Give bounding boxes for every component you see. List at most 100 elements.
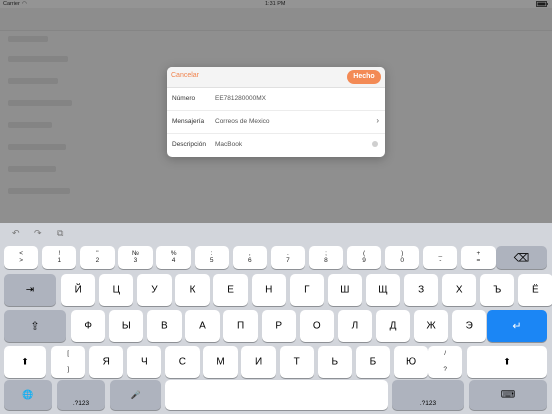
shift-left-key[interactable]: ⬆ xyxy=(4,346,46,378)
letter-key[interactable]: Б xyxy=(355,346,391,378)
letter-key[interactable]: Т xyxy=(279,346,314,378)
letter-key[interactable]: Ь xyxy=(317,346,352,378)
letter-key[interactable]: У xyxy=(137,274,172,306)
letter-key[interactable]: Р xyxy=(261,310,296,342)
tracking-number-field[interactable]: EE781280000MX xyxy=(215,95,266,102)
letter-key[interactable]: Ф xyxy=(71,310,106,342)
letter-key[interactable]: Ж xyxy=(413,310,449,342)
key-label: И xyxy=(254,356,263,368)
letter-key[interactable]: С xyxy=(165,346,200,378)
number-key[interactable]: % 4 xyxy=(156,246,191,269)
key-top-label: " xyxy=(96,250,99,257)
letter-key[interactable]: А xyxy=(185,310,220,342)
numbers-key-label: .?123 xyxy=(72,400,90,407)
letter-key[interactable]: Х xyxy=(442,274,477,306)
number-key[interactable]: (9 xyxy=(346,246,382,269)
globe-key[interactable]: 🌐 xyxy=(4,380,52,410)
key-label: З xyxy=(418,284,425,296)
letter-key[interactable]: И xyxy=(241,346,276,378)
undo-icon[interactable]: ↶ xyxy=(12,228,20,239)
letter-key[interactable]: Щ xyxy=(365,274,401,306)
carrier-row[interactable]: Mensajería Correos de Mexico › xyxy=(167,111,385,134)
key-bottom-label: 6 xyxy=(247,257,252,264)
letter-key[interactable]: Н xyxy=(251,274,286,306)
letter-key[interactable]: Ц xyxy=(99,274,134,306)
key-label: У xyxy=(151,284,158,296)
tab-key[interactable]: ⇥ xyxy=(4,274,56,306)
key-top-label: , xyxy=(248,250,251,257)
key-label: Ъ xyxy=(493,284,502,296)
key-label: Ч xyxy=(140,356,148,368)
letter-key[interactable]: Ъ xyxy=(480,274,515,306)
letter-key[interactable]: Й xyxy=(61,274,96,306)
dictation-key[interactable]: 🎤 xyxy=(110,380,161,410)
number-key[interactable]: ; 8 xyxy=(308,246,344,269)
key-label: Ы xyxy=(121,320,131,332)
keyboard: ↶ ↷ ⧉ < >! 1 " 2 № 3% 4:5, 6. 7; 8(9) 0 _ - + = ⌫ ⇥ Й Ц У К Е Н… xyxy=(0,223,552,414)
backspace-key[interactable]: ⌫ xyxy=(496,246,547,269)
key-label: Т xyxy=(293,356,300,368)
key-bottom-label: 0 xyxy=(400,257,404,264)
key-label: Ц xyxy=(112,284,120,296)
letter-key[interactable]: Е xyxy=(213,274,248,306)
description-row[interactable]: Descripción MacBook xyxy=(167,134,385,156)
letter-key[interactable]: Ы xyxy=(109,310,144,342)
cancel-button[interactable]: Cancelar xyxy=(171,72,199,79)
key-bottom-label: 7 xyxy=(286,257,290,264)
numbers-key[interactable]: .?123 xyxy=(392,380,464,410)
letter-key[interactable]: П xyxy=(223,310,258,342)
key-bottom-label: ] xyxy=(67,366,70,373)
space-key[interactable] xyxy=(165,380,388,410)
return-key[interactable]: ↵ xyxy=(487,310,547,342)
key-label: О xyxy=(312,320,321,332)
letter-key[interactable]: Ш xyxy=(327,274,363,306)
paste-icon[interactable]: ⧉ xyxy=(57,228,63,239)
description-field[interactable]: MacBook xyxy=(215,141,242,148)
key-label: Ю xyxy=(405,356,417,368)
numbers-key[interactable]: .?123 xyxy=(57,380,105,410)
shift-icon: ⬆ xyxy=(21,356,29,367)
redo-icon[interactable]: ↷ xyxy=(34,228,42,239)
key-label: Э xyxy=(465,320,473,332)
key-top-label: . xyxy=(286,250,289,257)
letter-key[interactable]: Э xyxy=(452,310,487,342)
caps-lock-key[interactable]: ⇪ xyxy=(4,310,66,342)
letter-key[interactable]: Д xyxy=(375,310,411,342)
letter-key[interactable]: О xyxy=(299,310,334,342)
number-key[interactable]: _ - xyxy=(423,246,458,269)
letter-key[interactable]: Л xyxy=(337,310,373,342)
slash-key[interactable]: /? xyxy=(428,346,463,378)
key-bottom-label: 5 xyxy=(209,257,214,264)
number-key[interactable]: № 3 xyxy=(118,246,153,269)
key-label: Ь xyxy=(331,356,339,368)
dismiss-keyboard-key[interactable]: ⌨ xyxy=(469,380,547,410)
number-key[interactable]: ! 1 xyxy=(42,246,77,269)
key-label: Х xyxy=(455,284,463,296)
shift-right-key[interactable]: ⬆ xyxy=(467,346,547,378)
key-label: Л xyxy=(351,320,359,332)
letter-key[interactable]: З xyxy=(403,274,439,306)
letter-key[interactable]: Ё xyxy=(518,274,552,306)
number-key[interactable]: ) 0 xyxy=(385,246,420,269)
number-key[interactable]: :5 xyxy=(194,246,229,269)
letter-key[interactable]: В xyxy=(147,310,182,342)
tracking-number-row[interactable]: Número EE781280000MX xyxy=(167,88,385,111)
number-key[interactable]: ,6 xyxy=(232,246,267,269)
letter-key[interactable]: М xyxy=(203,346,238,378)
key-top-label: ; xyxy=(325,250,327,257)
number-key[interactable]: < > xyxy=(4,246,39,269)
done-button[interactable]: Hecho xyxy=(347,70,381,84)
letter-key[interactable]: Г xyxy=(289,274,324,306)
number-key[interactable]: .7 xyxy=(270,246,306,269)
tracking-number-label: Número xyxy=(172,95,196,102)
letter-key[interactable]: К xyxy=(175,274,210,306)
letter-key[interactable]: Я xyxy=(89,346,124,378)
key-label: А xyxy=(199,320,206,332)
number-key[interactable]: + = xyxy=(461,246,496,269)
number-key[interactable]: " 2 xyxy=(80,246,115,269)
clear-text-icon[interactable] xyxy=(372,141,378,147)
letter-key[interactable]: Ч xyxy=(127,346,162,378)
return-icon: ↵ xyxy=(512,320,522,333)
bracket-key[interactable]: [] xyxy=(51,346,86,378)
letter-key[interactable]: Ю xyxy=(393,346,429,378)
